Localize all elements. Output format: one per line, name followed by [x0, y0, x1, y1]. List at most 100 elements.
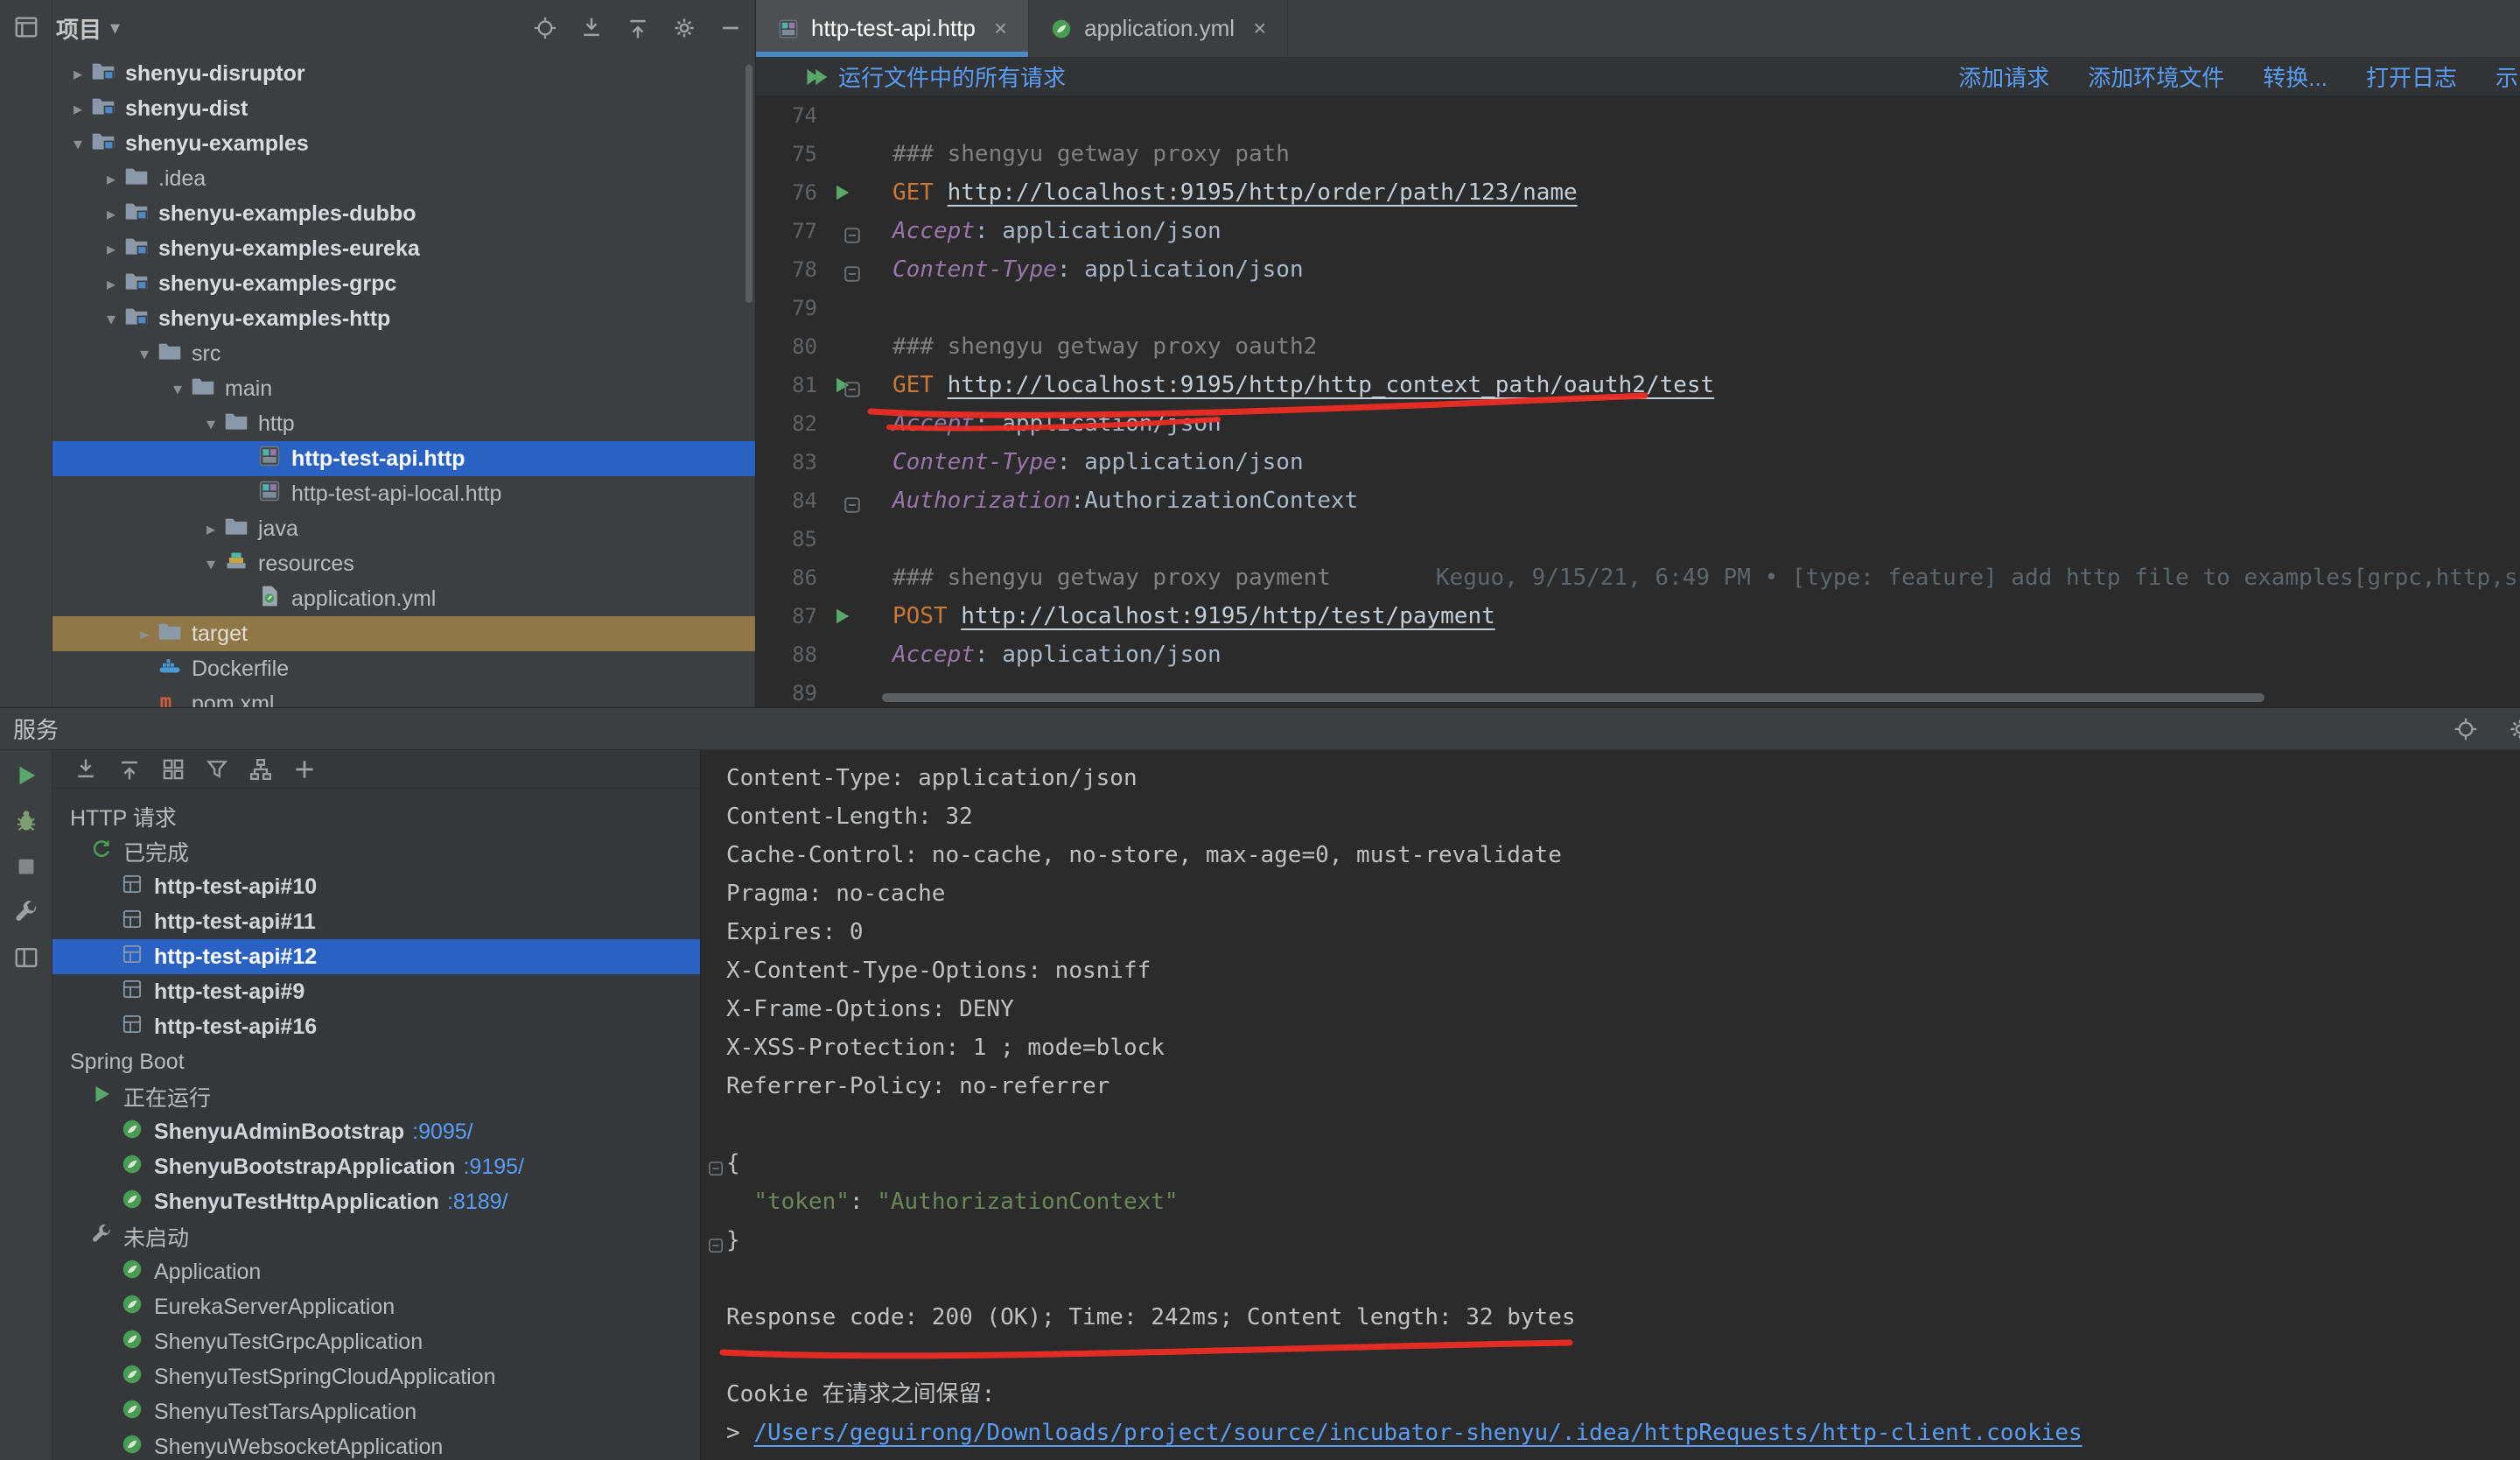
chevron-right-icon[interactable]: ▸ — [65, 63, 91, 85]
project-tree-row[interactable]: application.yml — [52, 581, 755, 616]
collapse-all-icon[interactable] — [626, 16, 650, 40]
locate-icon[interactable] — [2454, 717, 2478, 741]
project-tree-row[interactable]: ▾resources — [52, 546, 755, 581]
project-tree-row[interactable]: Dockerfile — [52, 651, 755, 686]
http-client-link[interactable]: 转换... — [2263, 60, 2328, 93]
service-row[interactable]: 已完成 — [52, 834, 700, 869]
editor-tab[interactable]: http-test-api.http× — [756, 0, 1029, 57]
editor-line[interactable]: 74 — [756, 96, 2520, 135]
project-tree-row[interactable]: ▾shenyu-examples-http — [52, 301, 755, 336]
fold-marker-icon[interactable] — [706, 1229, 725, 1267]
service-port-link[interactable]: :9095/ — [412, 1120, 473, 1145]
service-row[interactable]: http-test-api#11 — [52, 904, 700, 939]
minimize-icon[interactable] — [718, 16, 743, 40]
service-row[interactable]: ShenyuTestTarsApplication — [52, 1394, 700, 1429]
cookies-file-link[interactable]: /Users/geguirong/Downloads/project/sourc… — [753, 1420, 2082, 1446]
services-panel-title[interactable]: 服务 — [13, 712, 59, 745]
collapse-all-icon[interactable] — [117, 757, 142, 782]
http-client-link[interactable]: 示 — [2496, 60, 2518, 93]
add-icon[interactable] — [292, 757, 317, 782]
project-tree-row[interactable]: mpom.xml — [52, 686, 755, 707]
project-tree-row[interactable]: ▾shenyu-examples — [52, 126, 755, 161]
layout-icon[interactable] — [13, 944, 39, 971]
editor-line[interactable]: 81GET http://localhost:9195/http/http_co… — [756, 366, 2520, 404]
service-row[interactable]: EurekaServerApplication — [52, 1289, 700, 1324]
chevron-down-icon[interactable]: ▾ — [198, 553, 224, 575]
fold-marker-icon[interactable] — [842, 489, 863, 528]
chevron-right-icon[interactable]: ▸ — [131, 623, 158, 645]
chevron-down-icon[interactable]: ▾ — [98, 308, 124, 330]
editor-line[interactable]: 77Accept: application/json — [756, 212, 2520, 250]
response-console[interactable]: Content-Type: application/jsonContent-Le… — [700, 750, 2520, 1460]
http-client-link[interactable]: 打开日志 — [2366, 60, 2457, 93]
chevron-right-icon[interactable]: ▸ — [98, 203, 124, 225]
project-tree-row[interactable]: ▾main — [52, 371, 755, 406]
service-row[interactable]: HTTP 请求 — [52, 799, 700, 834]
gear-icon[interactable] — [2508, 717, 2520, 741]
project-tree-row[interactable]: http-test-api.http — [52, 441, 755, 476]
project-tree-row[interactable]: ▸shenyu-examples-dubbo — [52, 196, 755, 231]
project-tree-row[interactable]: ▾http — [52, 406, 755, 441]
chevron-down-icon[interactable]: ▾ — [110, 17, 120, 39]
group-icon[interactable] — [161, 757, 186, 782]
run-icon[interactable] — [13, 762, 39, 789]
fold-marker-icon[interactable] — [706, 1152, 725, 1190]
fold-marker-icon[interactable] — [842, 220, 863, 258]
editor-line[interactable]: 86### shengyu getway proxy paymentKeguo,… — [756, 558, 2520, 597]
service-row[interactable]: http-test-api#16 — [52, 1009, 700, 1044]
project-tool-window-icon[interactable] — [13, 14, 39, 40]
service-row[interactable]: ShenyuAdminBootstrap:9095/ — [52, 1114, 700, 1149]
service-port-link[interactable]: :9195/ — [463, 1155, 524, 1180]
editor-line[interactable]: 88Accept: application/json — [756, 635, 2520, 674]
editor-line[interactable]: 82Accept: application/json — [756, 404, 2520, 443]
service-row[interactable]: ShenyuTestGrpcApplication — [52, 1324, 700, 1359]
project-tree-row[interactable]: ▸shenyu-dist — [52, 91, 755, 126]
http-client-link[interactable]: 添加环境文件 — [2088, 60, 2224, 93]
chevron-down-icon[interactable]: ▾ — [198, 413, 224, 435]
chevron-right-icon[interactable]: ▸ — [98, 273, 124, 295]
service-row[interactable]: ShenyuWebsocketApplication — [52, 1429, 700, 1460]
editor-line[interactable]: 75### shengyu getway proxy path — [756, 135, 2520, 173]
service-row[interactable]: ShenyuTestHttpApplication:8189/ — [52, 1184, 700, 1219]
editor-tab[interactable]: application.yml× — [1029, 0, 1288, 57]
http-client-link[interactable]: 添加请求 — [1958, 60, 2049, 93]
chevron-right-icon[interactable]: ▸ — [65, 98, 91, 120]
service-row[interactable]: ShenyuTestSpringCloudApplication — [52, 1359, 700, 1394]
bug-icon[interactable] — [13, 808, 39, 834]
project-panel-title[interactable]: 项目 — [56, 12, 102, 45]
editor-line[interactable]: 87POST http://localhost:9195/http/test/p… — [756, 597, 2520, 635]
run-all-requests-icon[interactable] — [805, 66, 838, 88]
wrench-icon[interactable] — [13, 899, 39, 925]
editor-line[interactable]: 80### shengyu getway proxy oauth2 — [756, 327, 2520, 366]
stop-icon[interactable] — [13, 853, 39, 880]
project-tree-row[interactable]: ▸shenyu-disruptor — [52, 56, 755, 91]
code-editor[interactable]: 7475### shengyu getway proxy path76GET h… — [756, 96, 2520, 707]
close-icon[interactable]: × — [1253, 15, 1266, 42]
expand-all-icon[interactable] — [579, 16, 604, 40]
locate-icon[interactable] — [533, 16, 557, 40]
expand-all-icon[interactable] — [74, 757, 98, 782]
run-all-requests-label[interactable]: 运行文件中的所有请求 — [838, 60, 1066, 93]
chevron-down-icon[interactable]: ▾ — [131, 343, 158, 365]
fold-marker-icon[interactable] — [842, 258, 863, 297]
gear-icon[interactable] — [672, 16, 696, 40]
editor-line[interactable]: 89 — [756, 674, 2520, 707]
vertical-scrollbar[interactable] — [746, 65, 752, 303]
horizontal-scrollbar[interactable] — [882, 693, 2264, 702]
service-row[interactable]: http-test-api#10 — [52, 869, 700, 904]
filter-icon[interactable] — [205, 757, 229, 782]
service-row[interactable]: ShenyuBootstrapApplication:9195/ — [52, 1149, 700, 1184]
chevron-down-icon[interactable]: ▾ — [164, 378, 191, 400]
service-row[interactable]: http-test-api#12 — [52, 939, 700, 974]
editor-line[interactable]: 83Content-Type: application/json — [756, 443, 2520, 481]
chevron-right-icon[interactable]: ▸ — [198, 518, 224, 540]
editor-line[interactable]: 76GET http://localhost:9195/http/order/p… — [756, 173, 2520, 212]
fold-marker-icon[interactable] — [842, 374, 863, 412]
chevron-down-icon[interactable]: ▾ — [65, 133, 91, 155]
project-tree-row[interactable]: ▸java — [52, 511, 755, 546]
project-tree-row[interactable]: ▸shenyu-examples-eureka — [52, 231, 755, 266]
run-request-gutter-icon[interactable] — [817, 597, 866, 635]
service-port-link[interactable]: :8189/ — [447, 1190, 508, 1215]
editor-line[interactable]: 78Content-Type: application/json — [756, 250, 2520, 289]
service-row[interactable]: Spring Boot — [52, 1044, 700, 1079]
